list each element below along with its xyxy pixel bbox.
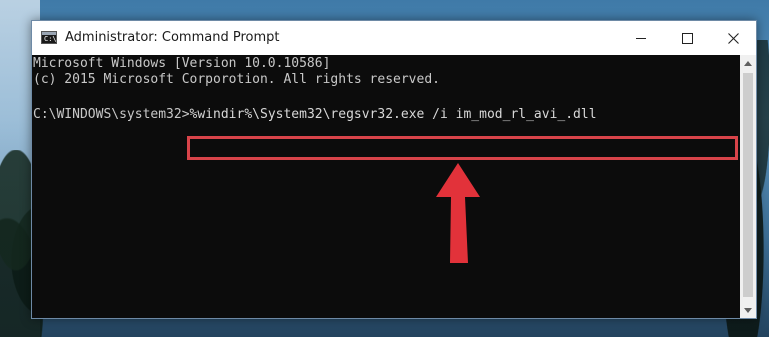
chevron-up-icon <box>744 60 752 66</box>
command-prompt-icon[interactable]: C:\ <box>41 31 57 44</box>
maximize-icon <box>681 32 693 44</box>
scroll-up-button[interactable] <box>740 55 756 71</box>
console-prompt: C:\WINDOWS\system32 <box>33 107 182 122</box>
close-button[interactable] <box>710 21 756 55</box>
command-prompt-window[interactable]: C:\ Administrator: Command Prompt Micros… <box>31 20 757 319</box>
prompt-symbol: > <box>181 107 190 122</box>
console-version-line: Microsoft Windows [Version 10.0.10586] <box>33 56 331 71</box>
console-copyright-line: (c) 2015 Microsoft Corporotion. All righ… <box>33 72 440 87</box>
vertical-scrollbar[interactable] <box>740 55 756 318</box>
scroll-down-button[interactable] <box>740 302 756 318</box>
minimize-icon <box>636 37 646 39</box>
scrollbar-thumb[interactable] <box>743 73 753 297</box>
window-title: Administrator: Command Prompt <box>65 30 280 45</box>
chevron-down-icon <box>744 307 752 313</box>
title-bar[interactable]: C:\ Administrator: Command Prompt <box>32 21 756 55</box>
command-highlight-box <box>187 136 738 160</box>
red-arrow-icon <box>436 163 480 263</box>
close-icon <box>727 32 739 44</box>
console-output-area[interactable]: Microsoft Windows [Version 10.0.10586] (… <box>32 55 740 318</box>
console-command-line[interactable]: C:\WINDOWS\system32>%windir%\System32\re… <box>33 107 597 123</box>
console-command: %windir%\System32\regsvr32.exe /i im_mod… <box>189 107 597 122</box>
icon-text: C:\ <box>44 35 57 43</box>
minimize-button[interactable] <box>618 21 664 55</box>
maximize-button[interactable] <box>664 21 710 55</box>
